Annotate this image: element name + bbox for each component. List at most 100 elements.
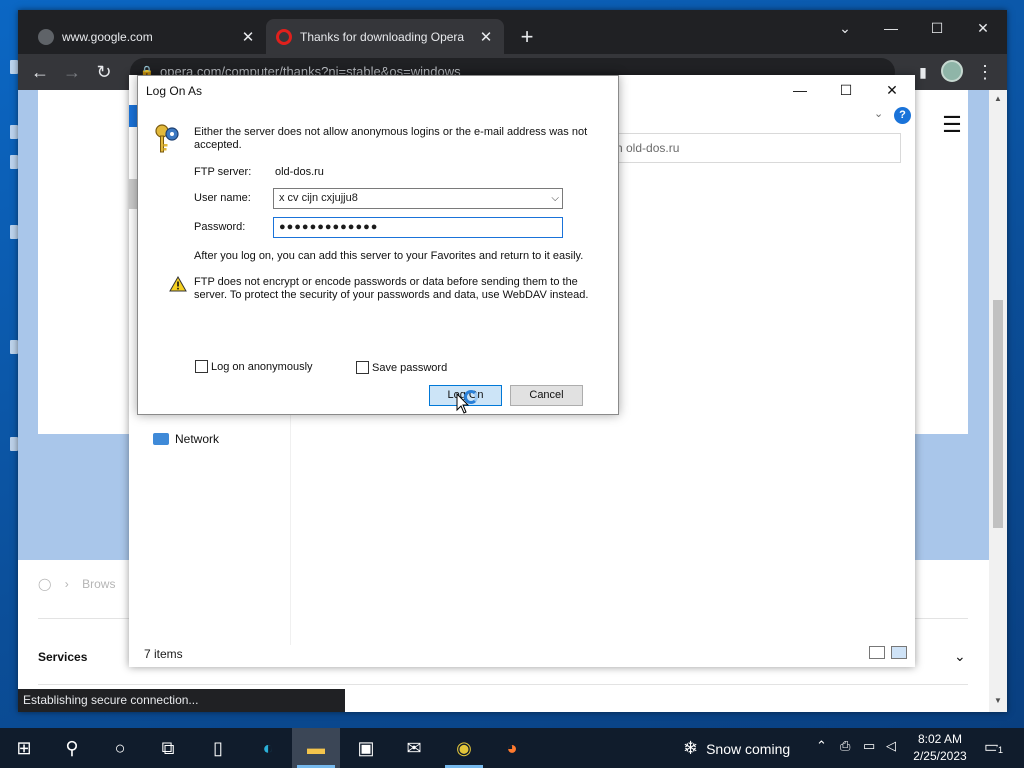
security-warning-text: FTP does not encrypt or encode passwords… (194, 276, 589, 301)
notepad-icon[interactable]: ▯ (206, 736, 230, 760)
notifications-icon[interactable]: ▭ 1 (984, 737, 1006, 757)
chevron-up-icon[interactable]: ⌃ (816, 738, 827, 754)
dialog-body: Either the server does not allow anonymo… (138, 106, 618, 414)
minimize-button[interactable]: — (777, 79, 823, 101)
status-bubble: Establishing secure connection... (18, 689, 345, 712)
meet-now-icon[interactable]: ⎙ (840, 738, 850, 754)
password-field[interactable]: ●●●●●●●●●●●●● (273, 217, 563, 238)
chevron-down-icon[interactable]: ⌄ (954, 706, 966, 712)
cortana-icon[interactable]: ○ (108, 736, 132, 760)
maximize-button[interactable]: ☐ (823, 79, 869, 101)
tab-label: www.google.com (62, 29, 153, 44)
forward-icon[interactable]: → (60, 60, 84, 84)
hamburger-menu-icon[interactable]: ☰ (936, 110, 968, 142)
volume-muted-icon[interactable]: ◁ (886, 738, 896, 754)
desktop-icon[interactable] (10, 60, 18, 74)
globe-icon (38, 28, 54, 45)
help-icon[interactable]: ? (894, 107, 911, 124)
checkbox-box[interactable] (356, 361, 369, 374)
chevron-right-icon: › (64, 577, 69, 591)
chevron-down-icon[interactable]: ⌵ (551, 189, 559, 208)
notification-count: 1 (996, 745, 1006, 755)
network-icon (153, 433, 169, 445)
desktop-icon[interactable] (10, 125, 18, 139)
large-icons-view-icon[interactable] (891, 646, 907, 659)
scroll-thumb[interactable] (993, 300, 1003, 528)
status-bar-count: 7 items (144, 647, 183, 661)
keys-icon (155, 124, 179, 153)
close-window-button[interactable]: ✕ (960, 16, 1006, 40)
scroll-up-icon[interactable]: ▲ (989, 94, 1007, 103)
cancel-button[interactable]: Cancel (510, 385, 583, 406)
page-scrollbar[interactable]: ▲ ▼ (989, 90, 1007, 712)
snowflake-icon: ❄ (683, 738, 699, 758)
services-heading[interactable]: Services (38, 650, 87, 664)
details-view-icon[interactable] (869, 646, 885, 659)
nav-item-label: Network (175, 432, 220, 446)
search-input[interactable]: rch old-dos.ru (597, 133, 901, 163)
weather-text: Snow coming (706, 740, 791, 757)
weather-widget[interactable]: ❄ Snow coming (683, 738, 790, 759)
minimize-button[interactable]: — (868, 16, 914, 40)
windows-start-icon[interactable]: ⊞ (12, 736, 36, 760)
clock-date: 2/25/2023 (913, 749, 967, 763)
opera-icon (276, 28, 292, 45)
divider (38, 684, 968, 685)
breadcrumb-label: Brows (82, 577, 116, 591)
tab-google[interactable]: www.google.com ✕ (28, 19, 266, 54)
breadcrumb[interactable]: ◯ › Brows (38, 577, 115, 591)
mail-icon[interactable]: ✉ (402, 736, 426, 760)
edge-icon[interactable]: ◐ (256, 736, 280, 760)
log-on-anonymously-checkbox[interactable]: Log on anonymously (195, 360, 313, 373)
opera-logo-icon: ◯ (38, 577, 52, 591)
tab-opera[interactable]: Thanks for downloading Opera ✕ (266, 19, 504, 54)
dialog-title: Log On As (146, 84, 203, 98)
ftp-server-value: old-dos.ru (275, 166, 324, 178)
password-label: Password: (194, 221, 246, 233)
mouse-cursor-icon (456, 393, 470, 414)
tab-strip: www.google.com ✕ Thanks for downloading … (18, 10, 1007, 54)
tab-label: Thanks for downloading Opera (300, 29, 465, 44)
dialog-titlebar[interactable]: Log On As (138, 76, 618, 106)
firefox-icon[interactable]: ◕ (500, 736, 524, 760)
chrome-icon[interactable]: ◉ (452, 736, 476, 760)
close-window-button[interactable]: ✕ (869, 79, 915, 101)
clock-time: 8:02 AM (917, 732, 963, 746)
profile-avatar[interactable] (941, 60, 963, 82)
taskbar: ⊞ ⚲ ○ ⧉ ▯ ◐ ▬ ▣ ✉ ◉ ◕ ❄ Snow coming ⌃ ⎙ … (0, 728, 1024, 768)
favorites-info-text: After you log on, you can add this serve… (194, 250, 584, 262)
close-tab-icon[interactable]: ✕ (478, 28, 494, 46)
ftp-server-label: FTP server: (194, 166, 252, 178)
expand-ribbon-icon[interactable]: ⌄ (874, 107, 883, 120)
system-clock[interactable]: 8:02 AM 2/25/2023 (906, 731, 974, 765)
nav-item-network[interactable]: Network (153, 432, 219, 446)
save-password-checkbox[interactable]: Save password (356, 361, 447, 374)
error-message: Either the server does not allow anonymo… (194, 126, 588, 151)
maximize-button[interactable]: ☐ (914, 16, 960, 40)
scroll-down-icon[interactable]: ▼ (989, 696, 1007, 705)
username-field[interactable]: x cv cijn cxjujju8 ⌵ (273, 188, 563, 209)
store-icon[interactable]: ▣ (354, 736, 378, 760)
username-label: User name: (194, 192, 251, 204)
network-tray-icon[interactable]: ▭ (863, 738, 875, 754)
task-view-icon[interactable]: ⧉ (156, 736, 180, 760)
menu-icon[interactable]: ⋮ (973, 60, 997, 84)
desktop-icon[interactable] (10, 340, 18, 354)
username-value: x cv cijn cxjujju8 (279, 192, 358, 204)
desktop-icon[interactable] (10, 155, 18, 169)
back-icon[interactable]: ← (28, 60, 52, 84)
file-explorer-icon[interactable]: ▬ (304, 736, 328, 760)
reload-icon[interactable]: ↻ (92, 60, 116, 84)
new-tab-button[interactable]: + (516, 24, 538, 50)
tab-search-icon[interactable]: ⌄ (822, 16, 868, 40)
checkbox-label: Log on anonymously (211, 360, 313, 373)
chevron-down-icon[interactable]: ⌄ (954, 648, 966, 665)
desktop-icon[interactable] (10, 225, 18, 239)
log-on-dialog: Log On As Either the server does not all… (137, 75, 619, 415)
checkbox-label: Save password (372, 361, 448, 374)
checkbox-box[interactable] (195, 360, 208, 373)
desktop-icon[interactable] (10, 437, 18, 451)
close-tab-icon[interactable]: ✕ (240, 28, 256, 46)
search-icon[interactable]: ⚲ (60, 736, 84, 760)
warning-icon (169, 276, 187, 292)
